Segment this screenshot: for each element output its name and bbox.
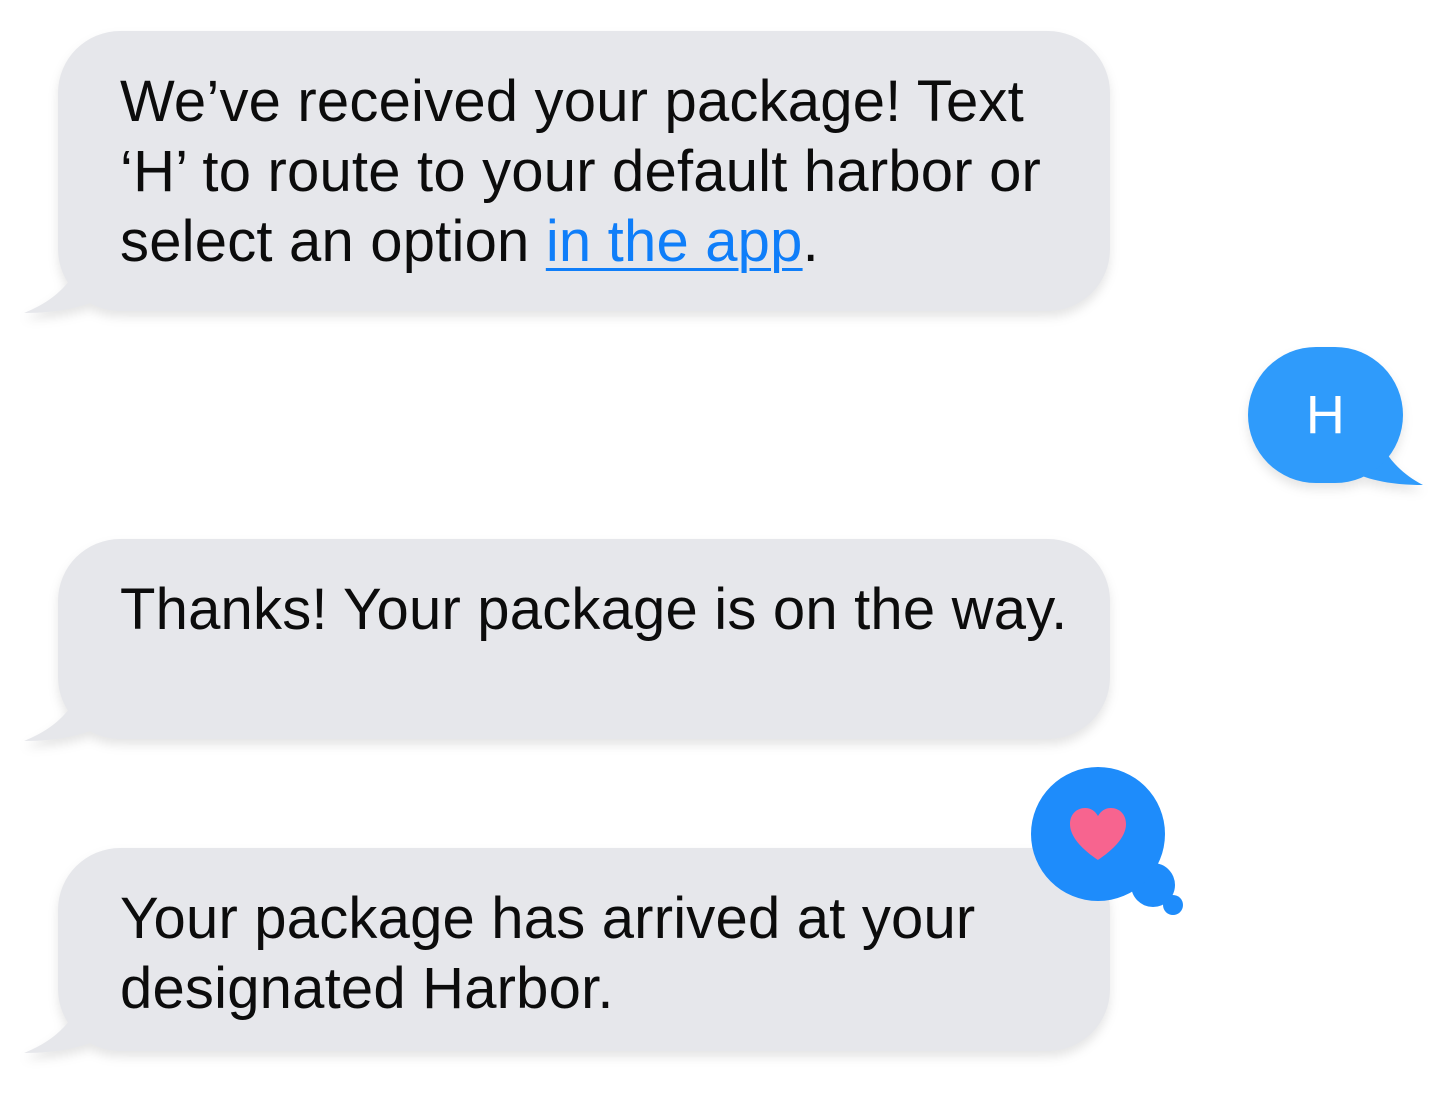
- incoming-message-bubble[interactable]: Your package has arrived at your designa…: [24, 848, 1110, 1053]
- message-text: Thanks! Your package is on the way.: [58, 539, 1110, 739]
- reaction-bubble: [1031, 767, 1165, 901]
- in-the-app-link[interactable]: in the app: [546, 209, 803, 274]
- incoming-message-bubble[interactable]: Thanks! Your package is on the way.: [24, 539, 1110, 741]
- message-text-end: .: [802, 209, 819, 274]
- message-text: Your package has arrived at your designa…: [58, 848, 1110, 1051]
- message-text: H: [1248, 347, 1403, 483]
- message-thread: We’ve received your package! Text ‘H’ to…: [0, 0, 1441, 1101]
- incoming-message-bubble[interactable]: We’ve received your package! Text ‘H’ to…: [24, 31, 1110, 313]
- message-text: We’ve received your package! Text ‘H’ to…: [58, 31, 1110, 311]
- outgoing-message-bubble[interactable]: H: [1248, 347, 1423, 485]
- heart-icon: [1066, 806, 1130, 862]
- tapback-reaction[interactable]: [1031, 767, 1183, 915]
